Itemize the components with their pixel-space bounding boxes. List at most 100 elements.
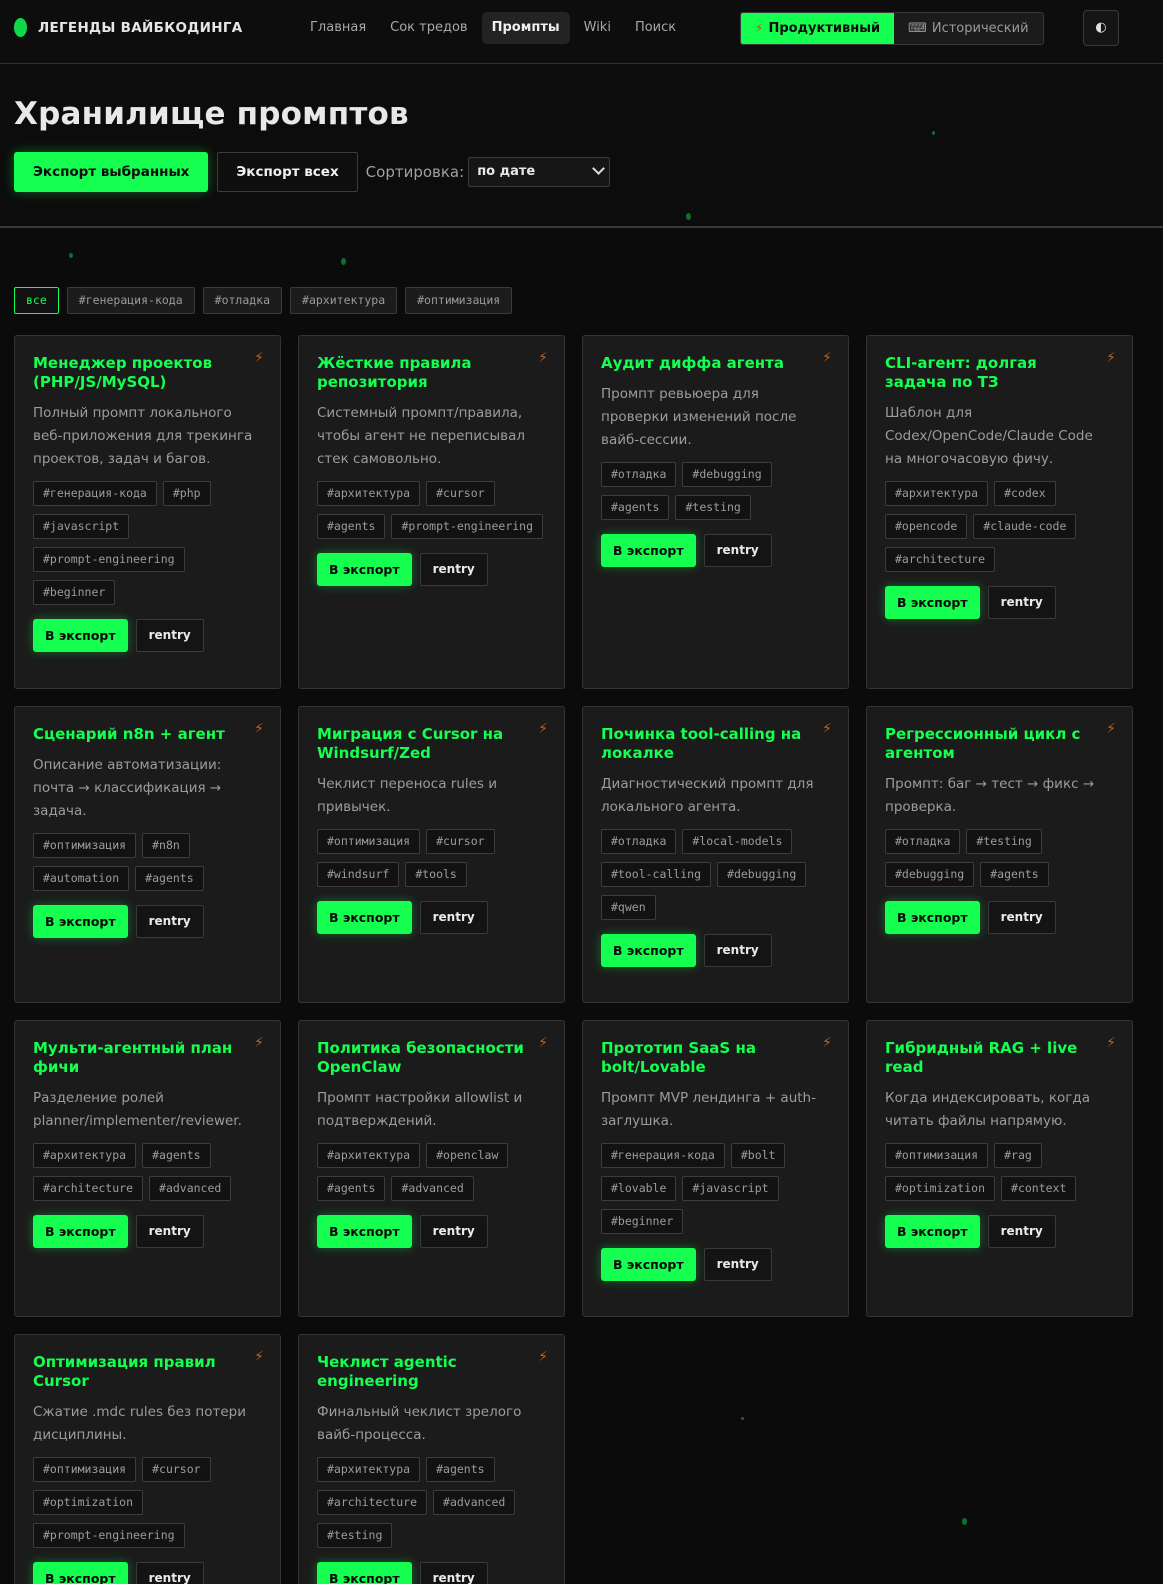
tag[interactable]: #javascript — [33, 514, 130, 539]
tag[interactable]: #prompt-engineering — [391, 514, 544, 539]
prompt-card[interactable]: ⚡ Аудит диффа агента Промпт ревьюера для п… — [582, 335, 849, 689]
nav-item[interactable]: Главная — [300, 12, 376, 44]
tag[interactable]: #tools — [405, 862, 467, 887]
tag[interactable]: #prompt-engineering — [33, 1523, 185, 1548]
tag[interactable]: #agents — [317, 1176, 386, 1201]
add-to-export-button[interactable]: В экспорт — [885, 586, 980, 619]
rentry-button[interactable]: rentry — [703, 934, 772, 967]
add-to-export-button[interactable]: В экспорт — [601, 534, 696, 567]
tag[interactable]: #architecture — [885, 547, 996, 572]
add-to-export-button[interactable]: В экспорт — [317, 901, 412, 934]
tag[interactable]: #архитектура — [33, 1143, 137, 1168]
tag[interactable]: #cursor — [426, 829, 495, 854]
tag[interactable]: #отладка — [601, 462, 677, 487]
tag[interactable]: #beginner — [33, 580, 116, 605]
tag[interactable]: #debugging — [717, 862, 807, 887]
rentry-button[interactable]: rentry — [135, 619, 204, 652]
tag[interactable]: #архитектура — [317, 481, 421, 506]
tag[interactable]: #оптимизация — [33, 833, 137, 858]
add-to-export-button[interactable]: В экспорт — [33, 1562, 128, 1584]
rentry-button[interactable]: rentry — [419, 1562, 488, 1584]
prompt-card[interactable]: ⚡ Миграция с Cursor на Windsurf/Zed Чеклис… — [298, 706, 565, 1003]
tag[interactable]: #openclaw — [426, 1143, 509, 1168]
tag[interactable]: #advanced — [433, 1490, 516, 1515]
rentry-button[interactable]: rentry — [135, 1215, 204, 1248]
rentry-button[interactable]: rentry — [703, 1248, 772, 1281]
rentry-button[interactable]: rentry — [703, 534, 772, 567]
tag[interactable]: #cursor — [142, 1457, 211, 1482]
tag[interactable]: #архитектура — [317, 1143, 421, 1168]
add-to-export-button[interactable]: В экспорт — [317, 1562, 412, 1584]
tag[interactable]: #architecture — [33, 1176, 144, 1201]
tag[interactable]: #lovable — [601, 1176, 677, 1201]
tag[interactable]: #agents — [426, 1457, 495, 1482]
rentry-button[interactable]: rentry — [419, 901, 488, 934]
rentry-button[interactable]: rentry — [987, 901, 1056, 934]
tag[interactable]: #opencode — [885, 514, 968, 539]
tag[interactable]: #генерация-кода — [33, 481, 157, 506]
filter-chip[interactable]: #оптимизация — [405, 287, 513, 314]
nav-item[interactable]: Промпты — [481, 12, 570, 44]
tag[interactable]: #optimization — [885, 1176, 996, 1201]
tag[interactable]: #архитектура — [885, 481, 989, 506]
tag[interactable]: #qwen — [601, 895, 656, 920]
add-to-export-button[interactable]: В экспорт — [317, 553, 412, 586]
tag[interactable]: #debugging — [682, 462, 772, 487]
prompt-card[interactable]: ⚡ Мульти-агентный план фичи Разделение рол… — [14, 1020, 281, 1317]
tag[interactable]: #cursor — [426, 481, 495, 506]
rentry-button[interactable]: rentry — [987, 1215, 1056, 1248]
tag[interactable]: #automation — [33, 866, 130, 891]
prompt-card[interactable]: ⚡ Политика безопасности OpenClaw Промпт на… — [298, 1020, 565, 1317]
nav-item[interactable]: Wiki — [574, 12, 621, 44]
prompt-card[interactable]: ⚡ Оптимизация правил Cursor Сжатие .mdc ru… — [14, 1334, 281, 1584]
rentry-button[interactable]: rentry — [135, 905, 204, 938]
sort-select[interactable]: по дате — [468, 157, 611, 187]
tag[interactable]: #генерация-кода — [601, 1143, 725, 1168]
prompt-card[interactable]: ⚡ Сценарий n8n + агент Описание автоматиза… — [14, 706, 281, 1003]
filter-chip[interactable]: #генерация-кода — [66, 287, 195, 314]
tag[interactable]: #local-models — [682, 829, 793, 854]
filter-chip[interactable]: #архитектура — [290, 287, 398, 314]
tag[interactable]: #testing — [317, 1523, 393, 1548]
tag[interactable]: #agents — [135, 866, 204, 891]
tag[interactable]: #advanced — [391, 1176, 474, 1201]
add-to-export-button[interactable]: В экспорт — [33, 619, 128, 652]
add-to-export-button[interactable]: В экспорт — [601, 1248, 696, 1281]
tag[interactable]: #tool-calling — [601, 862, 712, 887]
prompt-card[interactable]: ⚡ Гибридный RAG + live read Когда индексир… — [866, 1020, 1133, 1317]
prompt-card[interactable]: ⚡ Прототип SaaS на bolt/Lovable Промпт MVP… — [582, 1020, 849, 1317]
tag[interactable]: #prompt-engineering — [33, 547, 185, 572]
nav-item[interactable]: Поиск — [625, 12, 686, 44]
tag[interactable]: #php — [162, 481, 211, 506]
prompt-card[interactable]: ⚡ Починка tool-calling на локалке Диагност… — [582, 706, 849, 1003]
theme-toggle-button[interactable]: ◐ — [1083, 10, 1119, 46]
tag[interactable]: #agents — [601, 495, 670, 520]
filter-chip[interactable]: #отладка — [202, 287, 283, 314]
tag[interactable]: #claude-code — [973, 514, 1077, 539]
export-all-button[interactable]: Экспорт всех — [217, 152, 358, 192]
rentry-button[interactable]: rentry — [135, 1562, 204, 1584]
tag[interactable]: #testing — [675, 495, 751, 520]
tag[interactable]: #debugging — [885, 862, 975, 887]
mode-historical-button[interactable]: ⌨ Исторический — [894, 13, 1043, 44]
tag[interactable]: #agents — [142, 1143, 211, 1168]
tag[interactable]: #windsurf — [317, 862, 400, 887]
tag[interactable]: #rag — [994, 1143, 1042, 1168]
tag[interactable]: #context — [1001, 1176, 1077, 1201]
tag[interactable]: #bolt — [730, 1143, 786, 1168]
add-to-export-button[interactable]: В экспорт — [33, 1215, 128, 1248]
tag[interactable]: #оптимизация — [33, 1457, 137, 1482]
rentry-button[interactable]: rentry — [419, 553, 488, 586]
prompt-card[interactable]: ⚡ Регрессионный цикл с агентом Промпт: баг… — [866, 706, 1133, 1003]
tag[interactable]: #agents — [317, 514, 386, 539]
nav-item[interactable]: Сок тредов — [380, 12, 477, 44]
tag[interactable]: #n8n — [142, 833, 190, 858]
rentry-button[interactable]: rentry — [419, 1215, 488, 1248]
tag[interactable]: #beginner — [601, 1209, 684, 1234]
prompt-card[interactable]: ⚡ Чеклист agentic engineering Финальный че… — [298, 1334, 565, 1584]
site-logo[interactable]: ЛЕГЕНДЫ ВАЙБКОДИНГА — [14, 18, 242, 37]
tag[interactable]: #javascript — [682, 1176, 779, 1201]
add-to-export-button[interactable]: В экспорт — [885, 901, 980, 934]
prompt-card[interactable]: ⚡ Жёсткие правила репозитория Системный пр… — [298, 335, 565, 689]
prompt-card[interactable]: ⚡ CLI-агент: долгая задача по ТЗ Шаблон дл… — [866, 335, 1133, 689]
